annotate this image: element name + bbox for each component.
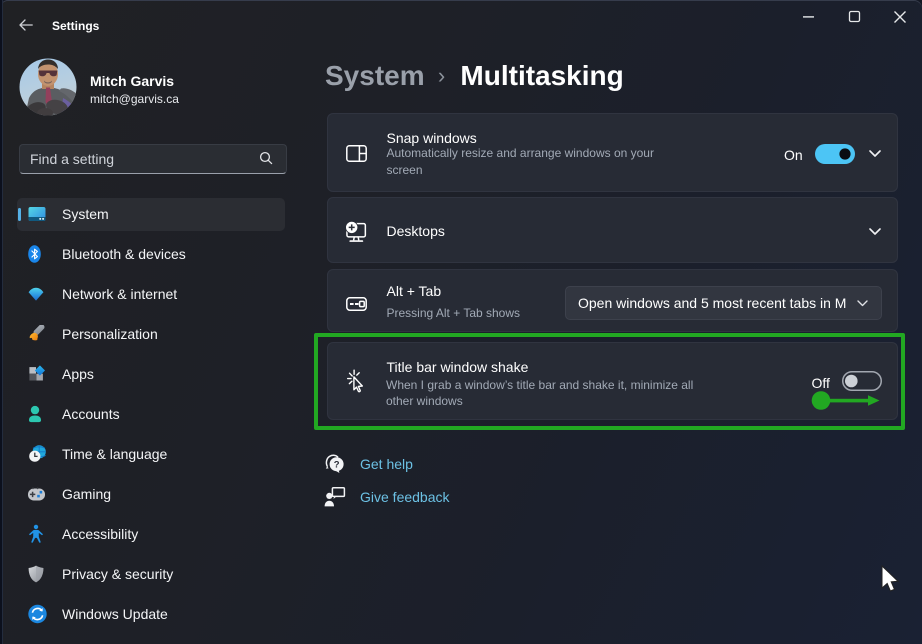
svg-text:?: ? — [334, 459, 340, 470]
